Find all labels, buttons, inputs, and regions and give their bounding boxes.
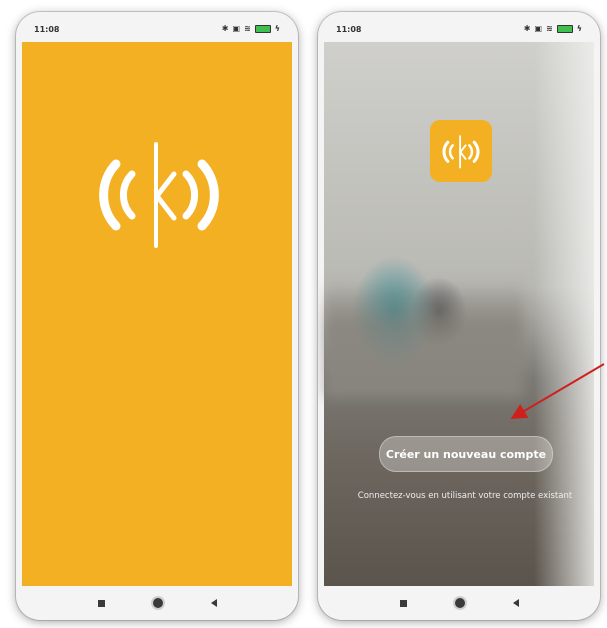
phone-splash-screen: 11:08 ✱ ▣ ≋ ϟ	[16, 12, 298, 620]
bluetooth-icon: ✱	[221, 24, 229, 33]
status-bar: 11:08 ✱ ▣ ≋ ϟ	[318, 12, 600, 42]
back-triangle-icon[interactable]	[512, 599, 519, 607]
circle-icon[interactable]	[454, 598, 465, 608]
charging-icon: ϟ	[576, 24, 582, 33]
phone-welcome-screen: 11:08 ✱ ▣ ≋ ϟ Créer un nouveau compte Co…	[318, 12, 600, 620]
status-icons: ✱ ▣ ≋ ϟ	[222, 24, 280, 34]
login-existing-account-link[interactable]: Connectez-vous en utilisant votre compte…	[354, 490, 576, 502]
blurred-curtain	[534, 42, 594, 586]
status-time: 11:08	[34, 25, 60, 34]
battery-icon	[556, 25, 573, 33]
blurred-sofa	[324, 277, 524, 397]
kliot-logo-icon	[99, 142, 219, 248]
welcome-background-photo: Créer un nouveau compte Connectez-vous e…	[324, 42, 594, 586]
charging-icon: ϟ	[274, 24, 280, 33]
wifi-icon: ≋	[546, 24, 553, 33]
back-triangle-icon[interactable]	[210, 599, 217, 607]
navigation-bar	[318, 586, 600, 620]
square-icon[interactable]	[97, 599, 105, 607]
kliot-logo-icon	[442, 134, 480, 168]
wifi-icon: ≋	[244, 24, 251, 33]
app-icon	[430, 120, 492, 182]
create-account-button[interactable]: Créer un nouveau compte	[379, 436, 553, 472]
status-time: 11:08	[336, 25, 362, 34]
nfc-icon: ▣	[534, 24, 543, 33]
status-bar: 11:08 ✱ ▣ ≋ ϟ	[16, 12, 298, 42]
circle-icon[interactable]	[152, 598, 163, 608]
nfc-icon: ▣	[232, 24, 241, 33]
status-icons: ✱ ▣ ≋ ϟ	[524, 24, 582, 34]
navigation-bar	[16, 586, 298, 620]
square-icon[interactable]	[399, 599, 407, 607]
bluetooth-icon: ✱	[523, 24, 531, 33]
battery-icon	[254, 25, 271, 33]
splash-background	[22, 42, 292, 586]
